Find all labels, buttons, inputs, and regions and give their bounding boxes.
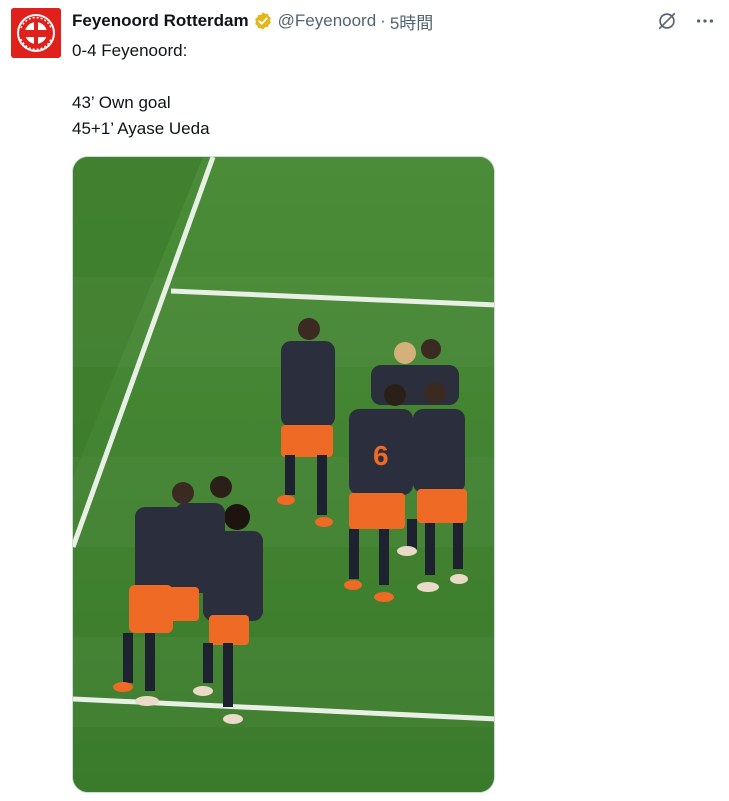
author-handle[interactable]: @Feyenoord xyxy=(278,11,377,31)
jersey-number: 6 xyxy=(373,440,389,471)
match-photo: 6 xyxy=(73,157,494,792)
tweet-text: 0-4 Feyenoord: 43’ Own goal 45+1’ Ayase … xyxy=(72,38,210,142)
separator-dot: · xyxy=(380,11,386,30)
tweet-text-gap xyxy=(72,64,210,90)
tweet-text-line: 45+1’ Ayase Ueda xyxy=(72,119,210,138)
author-name[interactable]: Feyenoord Rotterdam xyxy=(72,11,249,31)
tweet-text-line: 0-4 Feyenoord: xyxy=(72,41,188,60)
tweet-header: Feyenoord Rotterdam @Feyenoord · 5時間 xyxy=(72,9,433,33)
timestamp[interactable]: 5時間 xyxy=(390,9,433,34)
tweet-photo[interactable]: 6 xyxy=(72,156,495,793)
feyenoord-crest-icon xyxy=(11,8,61,58)
grok-icon[interactable] xyxy=(655,9,679,33)
tweet-actions xyxy=(655,9,717,33)
tweet-text-line: 43’ Own goal xyxy=(72,93,171,112)
more-icon[interactable] xyxy=(693,9,717,33)
author-avatar[interactable] xyxy=(11,8,61,58)
gold-verified-badge-icon[interactable] xyxy=(253,11,273,31)
